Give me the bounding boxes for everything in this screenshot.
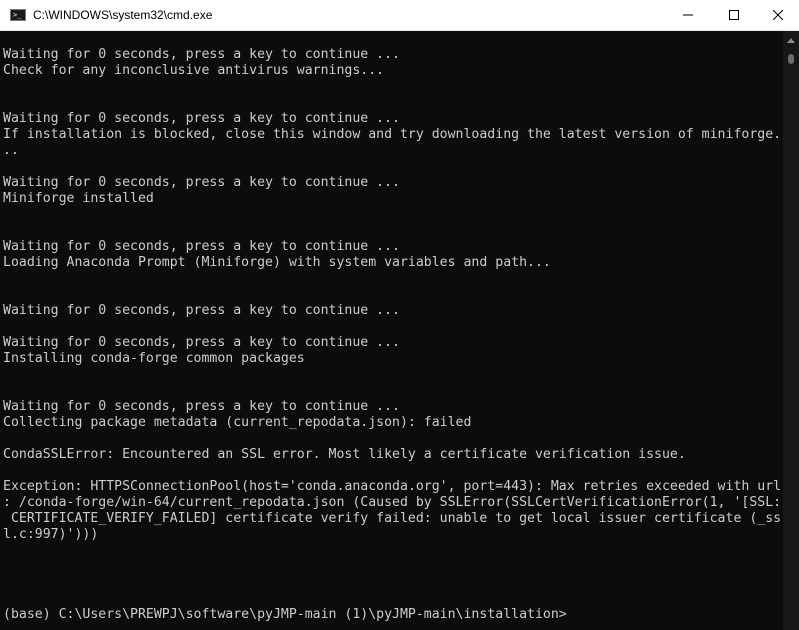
console-line: CERTIFICATE_VERIFY_FAILED] certificate v…	[3, 511, 782, 526]
scroll-thumb[interactable]	[788, 54, 794, 64]
vertical-scrollbar[interactable]	[783, 31, 799, 630]
title-bar[interactable]: >_ C:\WINDOWS\system32\cmd.exe	[0, 0, 799, 31]
console-line: Waiting for 0 seconds, press a key to co…	[3, 47, 400, 62]
console-line: ..	[3, 143, 19, 158]
console-line: Waiting for 0 seconds, press a key to co…	[3, 239, 400, 254]
console-line: l.c:997)')))	[3, 527, 99, 542]
console-line: Miniforge installed	[3, 191, 154, 206]
console-line: Waiting for 0 seconds, press a key to co…	[3, 399, 400, 414]
console-line: Waiting for 0 seconds, press a key to co…	[3, 335, 400, 350]
scroll-up-arrow-icon[interactable]	[787, 38, 795, 43]
console-line: : /conda-forge/win-64/current_repodata.j…	[3, 495, 782, 510]
console-line: Installing conda-forge common packages	[3, 351, 305, 366]
console-output[interactable]: Waiting for 0 seconds, press a key to co…	[0, 31, 783, 630]
cmd-icon-glyph: >_	[13, 11, 22, 19]
console-line: Exception: HTTPSConnectionPool(host='con…	[3, 479, 782, 494]
close-icon	[773, 10, 783, 20]
console-line: If installation is blocked, close this w…	[3, 127, 782, 142]
console-line: Collecting package metadata (current_rep…	[3, 415, 472, 430]
console-line: (base) C:\Users\PREWPJ\software\pyJMP-ma…	[3, 607, 567, 622]
console-line: CondaSSLError: Encountered an SSL error.…	[3, 447, 686, 462]
console-line: Waiting for 0 seconds, press a key to co…	[3, 303, 400, 318]
cmd-icon[interactable]: >_	[10, 9, 26, 21]
console-line: Check for any inconclusive antivirus war…	[3, 63, 385, 78]
console-line: Waiting for 0 seconds, press a key to co…	[3, 111, 400, 126]
close-button[interactable]	[757, 0, 799, 30]
window-title: C:\WINDOWS\system32\cmd.exe	[33, 8, 213, 22]
minimize-icon	[683, 14, 693, 16]
maximize-button[interactable]	[711, 0, 757, 30]
minimize-button[interactable]	[665, 0, 711, 30]
console-line: Waiting for 0 seconds, press a key to co…	[3, 175, 400, 190]
maximize-icon	[729, 10, 739, 20]
console-line: Loading Anaconda Prompt (Miniforge) with…	[3, 255, 551, 270]
